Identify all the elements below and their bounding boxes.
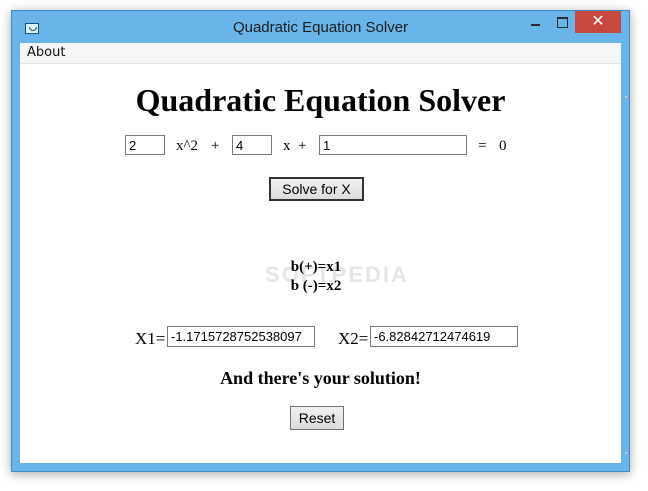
note-line-1: b(+)=x1 <box>290 259 342 275</box>
page-title: Quadratic Equation Solver <box>135 82 506 118</box>
solve-button[interactable]: Solve for X <box>269 177 364 201</box>
coefficient-c-input[interactable] <box>319 135 467 155</box>
coefficient-b-input[interactable] <box>232 135 272 155</box>
scroll-marker-bottom <box>625 452 627 454</box>
app-window: Quadratic Equation Solver ✕ About Quadra… <box>11 10 630 472</box>
x1-result-field[interactable] <box>167 326 315 347</box>
minimize-icon <box>531 24 540 26</box>
x-label: x <box>283 138 291 154</box>
note-line-2: b (-)=x2 <box>290 278 342 294</box>
reset-button[interactable]: Reset <box>290 406 344 430</box>
client-area: Quadratic Equation Solver x^2 + x + = 0 … <box>20 64 627 463</box>
solution-message: And there's your solution! <box>220 368 421 388</box>
coefficient-a-input[interactable] <box>125 135 165 155</box>
scroll-marker-top <box>625 96 627 98</box>
zero-label: 0 <box>499 138 507 154</box>
minimize-button[interactable] <box>522 11 549 33</box>
x2-label: X2= <box>338 329 369 348</box>
equals-sign: = <box>478 138 487 154</box>
close-button[interactable]: ✕ <box>575 11 621 33</box>
maximize-button[interactable] <box>549 11 575 33</box>
menu-item-about[interactable]: About <box>27 45 65 60</box>
title-bar[interactable]: Quadratic Equation Solver ✕ <box>12 11 629 43</box>
maximize-icon <box>557 17 568 28</box>
close-icon: ✕ <box>591 13 605 30</box>
x1-label: X1= <box>135 329 166 348</box>
x2-result-field[interactable] <box>370 326 518 347</box>
plus-sign-2: + <box>298 138 307 154</box>
x-squared-label: x^2 <box>176 138 199 154</box>
plus-sign-1: + <box>211 138 220 154</box>
menu-bar: About <box>20 43 621 64</box>
